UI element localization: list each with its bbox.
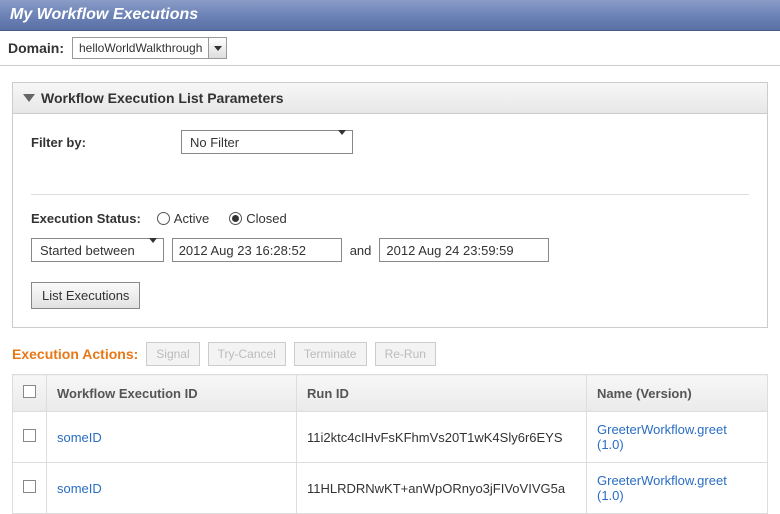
domain-value: helloWorldWalkthrough xyxy=(73,41,208,55)
params-panel-header[interactable]: Workflow Execution List Parameters xyxy=(13,83,767,114)
params-panel: Workflow Execution List Parameters Filte… xyxy=(12,82,768,328)
chevron-down-icon xyxy=(143,243,163,258)
filter-label: Filter by: xyxy=(31,135,171,150)
header-checkbox xyxy=(13,375,47,412)
chevron-down-icon xyxy=(332,135,352,150)
domain-label: Domain: xyxy=(8,40,64,56)
header-name[interactable]: Name (Version) xyxy=(587,375,768,412)
date-from-input[interactable]: 2012 Aug 23 16:28:52 xyxy=(172,238,342,262)
checkbox[interactable] xyxy=(23,385,36,398)
wf-id-link[interactable]: someID xyxy=(57,430,102,445)
terminate-button[interactable]: Terminate xyxy=(294,342,367,366)
run-id-cell: 11i2ktc4cIHvFsKFhmVs20T1wK4Sly6r6EYS xyxy=(297,412,587,463)
checkbox[interactable] xyxy=(23,429,36,442)
checkbox[interactable] xyxy=(23,480,36,493)
chevron-down-icon xyxy=(214,46,222,51)
re-run-button[interactable]: Re-Run xyxy=(375,342,436,366)
status-label: Execution Status: xyxy=(31,211,141,226)
actions-bar: Execution Actions: Signal Try-Cancel Ter… xyxy=(12,342,768,366)
radio-icon xyxy=(229,212,242,225)
wf-name-link[interactable]: GreeterWorkflow.greet (1.0) xyxy=(597,473,727,503)
radio-icon xyxy=(157,212,170,225)
filter-select[interactable]: No Filter xyxy=(181,130,353,154)
date-mode-select[interactable]: Started between xyxy=(31,238,164,262)
dropdown-button[interactable] xyxy=(208,38,226,58)
date-to-input[interactable]: 2012 Aug 24 23:59:59 xyxy=(379,238,549,262)
try-cancel-button[interactable]: Try-Cancel xyxy=(208,342,286,366)
domain-bar: Domain: helloWorldWalkthrough xyxy=(0,31,780,66)
collapse-icon xyxy=(23,94,35,102)
radio-label: Active xyxy=(174,211,209,226)
page-title: My Workflow Executions xyxy=(0,0,780,31)
status-radio-closed[interactable]: Closed xyxy=(229,211,286,226)
run-id-cell: 11HLRDRNwKT+anWpORnyo3jFIVoVIVG5a xyxy=(297,463,587,514)
and-label: and xyxy=(350,243,372,258)
status-row: Execution Status: Active Closed xyxy=(31,211,749,226)
table-row: someID 11i2ktc4cIHvFsKFhmVs20T1wK4Sly6r6… xyxy=(13,412,768,463)
list-executions-button[interactable]: List Executions xyxy=(31,282,140,309)
filter-value: No Filter xyxy=(182,135,332,150)
signal-button[interactable]: Signal xyxy=(146,342,199,366)
divider xyxy=(31,194,749,195)
radio-label: Closed xyxy=(246,211,286,226)
wf-name-link[interactable]: GreeterWorkflow.greet (1.0) xyxy=(597,422,727,452)
executions-table: Workflow Execution ID Run ID Name (Versi… xyxy=(12,374,768,514)
wf-id-link[interactable]: someID xyxy=(57,481,102,496)
domain-select[interactable]: helloWorldWalkthrough xyxy=(72,37,227,59)
status-radio-active[interactable]: Active xyxy=(157,211,209,226)
table-row: someID 11HLRDRNwKT+anWpORnyo3jFIVoVIVG5a… xyxy=(13,463,768,514)
date-mode-value: Started between xyxy=(32,243,143,258)
actions-title: Execution Actions: xyxy=(12,346,138,362)
params-panel-title: Workflow Execution List Parameters xyxy=(41,90,283,106)
header-run-id[interactable]: Run ID xyxy=(297,375,587,412)
header-wf-id[interactable]: Workflow Execution ID xyxy=(47,375,297,412)
